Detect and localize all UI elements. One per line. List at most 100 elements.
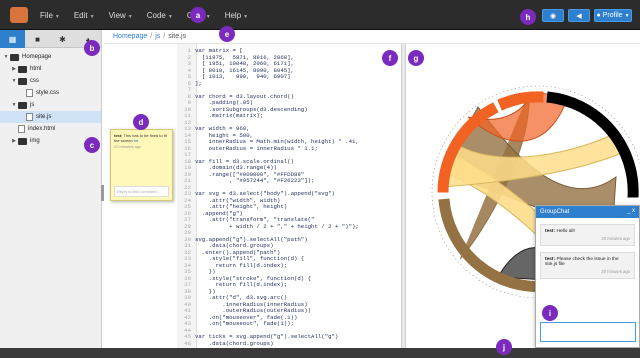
marker-d: d — [133, 114, 149, 130]
comment-text: This has to be fixed to fit the screen — [114, 133, 167, 143]
chevron-down-icon: ▼ — [89, 13, 95, 20]
app-logo — [10, 7, 28, 23]
file-icon — [26, 89, 33, 97]
folder-icon — [18, 137, 27, 145]
breadcrumb-homepage[interactable]: Homepage — [113, 33, 147, 40]
comment-body: test: This has to be fixed to fit the sc… — [114, 133, 169, 143]
tree-item-html[interactable]: ▶ html — [0, 63, 101, 75]
code-text: , "#957244", "#F26223"]); — [195, 177, 315, 184]
caret-right-icon[interactable]: ▶ — [10, 66, 18, 72]
chat-message-time: 20 minutes ago — [601, 236, 630, 241]
menu-view-label: View — [108, 10, 126, 20]
code-editor[interactable]: 1 var matrix = [2 [11975, 5871, 8916, 286… — [177, 44, 401, 348]
tree-item-style-css[interactable]: style.css — [0, 87, 101, 99]
tree-item-css[interactable]: ▼ css — [0, 75, 101, 87]
comment-card: test: This has to be fixed to fit the sc… — [110, 129, 173, 201]
marker-c: c — [84, 137, 100, 153]
chevron-down-icon: ▼ — [243, 13, 249, 20]
breadcrumb-js[interactable]: js — [155, 33, 160, 40]
chat-header: GroupChat _ x — [536, 206, 639, 218]
code-text: + width / 2 + "," + height / 2 + ")"); — [195, 222, 359, 230]
video-icon: ■ — [35, 34, 40, 44]
user-icon: ● — [596, 12, 601, 19]
file-tree: ▼ Homepage ▶ html ▼ css style.css ▼ js site.… — [0, 48, 101, 147]
chat-message-author: test: — [545, 229, 556, 234]
menu-edit-label: Edit — [73, 10, 88, 20]
profile-button[interactable]: ● Profile ▼ — [594, 9, 632, 22]
tree-item-label: site.js — [36, 114, 52, 120]
code-line: 16 outerRadius = innerRadius * 1.1; — [177, 145, 318, 152]
code-text: .on("mouseout", fade(1)); — [195, 320, 294, 327]
marker-h: h — [520, 9, 536, 25]
code-text: [ 1013, 990, 940, 6907] — [195, 73, 291, 80]
breadcrumb-current-file: site.js — [168, 33, 187, 40]
breadcrumb-separator: / — [150, 33, 153, 40]
breadcrumb-separator: / — [163, 33, 166, 40]
code-text: ]; — [195, 79, 202, 87]
top-menu-bar: File▼ Edit▼ View▼ Code▼ Chat▼ Help▼ ◉ ◀ … — [0, 0, 640, 30]
line-number: 46 — [184, 339, 191, 347]
chat-message-text: Please check the issue in the site.js fi… — [545, 257, 619, 267]
comment-link[interactable]: fat — [134, 138, 138, 143]
caret-right-icon[interactable]: ▶ — [10, 138, 18, 144]
tree-item-js[interactable]: ▼ js — [0, 99, 101, 111]
file-icon — [26, 113, 33, 121]
marker-e: e — [219, 26, 235, 42]
megaphone-icon: ◀ — [576, 12, 582, 20]
chat-window-controls[interactable]: _ x — [627, 208, 635, 214]
tree-item-site-js[interactable]: site.js — [0, 111, 101, 123]
tree-item-label: style.css — [36, 90, 60, 96]
menu-edit[interactable]: Edit ▼ — [74, 11, 95, 20]
tab-files[interactable]: ▦ — [0, 30, 25, 48]
files-icon: ▦ — [8, 34, 17, 44]
marker-j: j — [496, 339, 512, 355]
sidebar-resize-handle[interactable] — [101, 185, 104, 201]
marker-a: a — [190, 7, 206, 23]
folder-icon — [18, 65, 27, 73]
file-sidebar: ▦ ■ ✱ ◕ ▼ Homepage ▶ html ▼ css style.css ▼… — [0, 30, 102, 348]
tree-item-label: Homepage — [22, 54, 52, 60]
menu-code[interactable]: Code ▼ — [147, 11, 173, 20]
marker-b: b — [84, 40, 100, 56]
tab-settings[interactable]: ✱ — [50, 30, 75, 48]
chat-message-time: 20 minutes ago — [601, 269, 630, 274]
tree-item-label: img — [30, 138, 40, 144]
tree-item-label: css — [30, 78, 39, 84]
chat-message: test: Please check the issue in the site… — [540, 252, 635, 279]
eye-icon: ◉ — [549, 12, 557, 20]
code-text: .data(chord.groups) — [195, 339, 274, 347]
chat-input[interactable] — [540, 322, 636, 342]
broadcast-button[interactable]: ◀ — [568, 9, 590, 22]
breadcrumb: Homepage / js / site.js — [104, 30, 640, 44]
preview-button[interactable]: ◉ — [542, 9, 564, 22]
chevron-down-icon: ▼ — [205, 13, 211, 20]
menu-help[interactable]: Help ▼ — [225, 11, 248, 20]
code-line: 28 + width / 2 + "," + height / 2 + ")")… — [177, 223, 359, 230]
tree-item-index-html[interactable]: index.html — [0, 123, 101, 135]
caret-down-icon[interactable]: ▼ — [10, 102, 18, 108]
folder-icon — [10, 53, 19, 61]
comment-timestamp: 20 minutes ago — [114, 144, 142, 149]
app-window: File▼ Edit▼ View▼ Code▼ Chat▼ Help▼ ◉ ◀ … — [0, 0, 640, 358]
caret-down-icon[interactable]: ▼ — [10, 78, 18, 84]
code-line: 21 , "#957244", "#F26223"]); — [177, 177, 314, 184]
chat-title: GroupChat — [540, 209, 570, 215]
chevron-down-icon: ▼ — [54, 13, 60, 20]
folder-icon — [18, 101, 27, 109]
chevron-down-icon: ▼ — [167, 13, 173, 20]
code-line: 46 .data(chord.groups) — [177, 339, 274, 347]
file-icon — [18, 125, 25, 133]
menu-file[interactable]: File ▼ — [40, 11, 60, 20]
tab-video[interactable]: ■ — [25, 30, 50, 48]
marker-i: i — [542, 305, 558, 321]
menu-help-label: Help — [224, 10, 242, 20]
marker-f: f — [382, 50, 398, 66]
caret-down-icon[interactable]: ▼ — [2, 54, 10, 60]
menu-view[interactable]: View ▼ — [109, 11, 133, 20]
folder-icon — [18, 77, 27, 85]
marker-g: g — [408, 50, 424, 66]
chat-message-text: Hello all! — [556, 229, 575, 234]
comment-reply-input[interactable]: Reply to this comment... — [114, 186, 169, 197]
tree-item-label: html — [30, 66, 42, 72]
chevron-down-icon: ▼ — [127, 13, 133, 20]
